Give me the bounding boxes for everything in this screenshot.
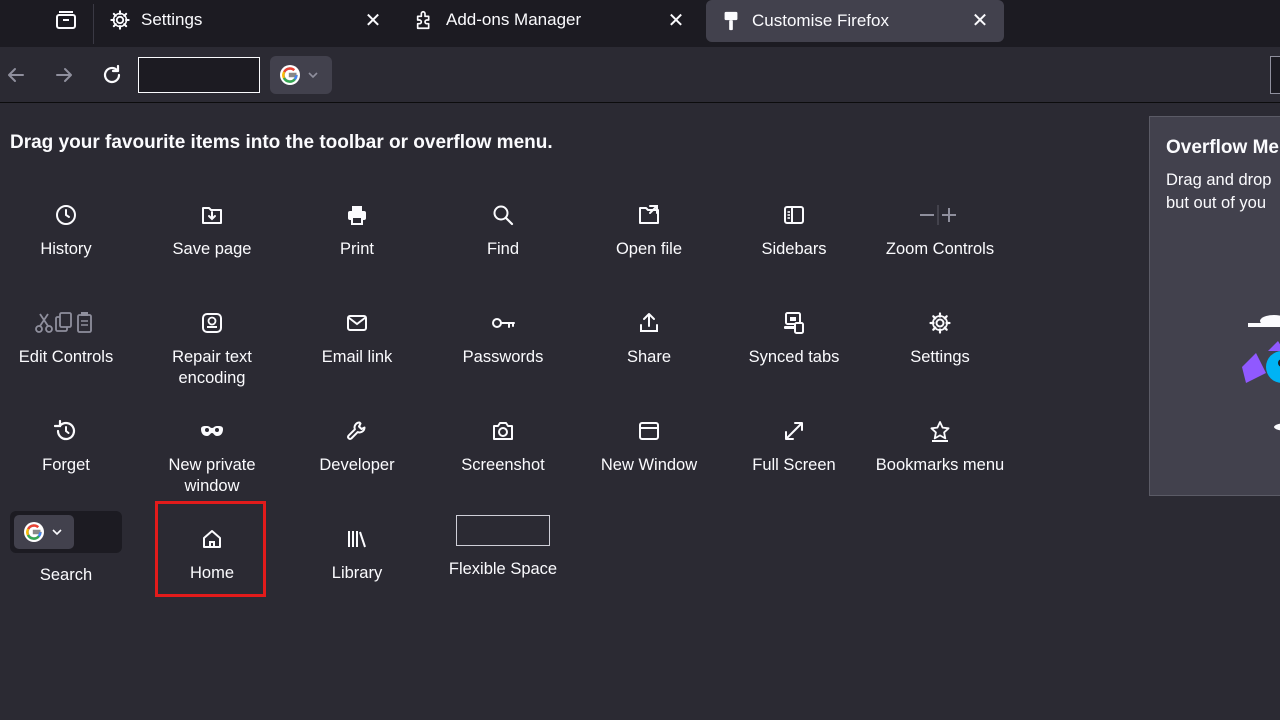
palette-item-share[interactable]: Share: [584, 303, 714, 368]
tab-strip: Settings ✕ Add-ons Manager ✕ Customise F…: [0, 0, 1280, 47]
palette-item-library[interactable]: Library: [292, 519, 422, 584]
share-icon: [640, 313, 658, 332]
palette-item-new-window[interactable]: New Window: [584, 411, 714, 476]
gear-icon: [929, 312, 951, 334]
reload-icon: [103, 64, 121, 84]
search-engine-button[interactable]: [270, 56, 332, 94]
palette-item-synced-tabs[interactable]: Synced tabs: [729, 303, 859, 368]
palette-item-sidebars[interactable]: Sidebars: [729, 195, 859, 260]
save-page-icon: [202, 207, 222, 224]
close-tab-icon[interactable]: ✕: [968, 8, 992, 32]
key-icon: [492, 318, 515, 328]
palette-item-history[interactable]: History: [1, 195, 131, 260]
toolbar-slot[interactable]: [1270, 56, 1280, 94]
palette-item-save-page[interactable]: Save page: [147, 195, 277, 260]
tab-label: Add-ons Manager: [446, 10, 582, 29]
close-tab-icon[interactable]: ✕: [664, 8, 688, 32]
palette-item-new-private-window[interactable]: New private window: [147, 411, 277, 497]
reload-button[interactable]: [96, 59, 128, 91]
palette-item-zoom-controls[interactable]: Zoom Controls: [875, 195, 1005, 260]
clock-icon: [56, 205, 76, 225]
search-widget: [10, 511, 122, 553]
google-icon: [280, 65, 300, 85]
forward-button[interactable]: [48, 59, 80, 91]
palette-item-print[interactable]: Print: [292, 195, 422, 260]
navigation-toolbar: [0, 47, 1280, 103]
puzzle-icon: [414, 9, 436, 31]
library-icon: [348, 531, 366, 548]
forget-icon: [54, 419, 76, 441]
palette-item-edit-controls[interactable]: Edit Controls: [1, 303, 131, 368]
paintbrush-icon: [720, 10, 742, 32]
search-icon: [493, 205, 514, 226]
gear-icon: [109, 9, 131, 31]
palette-heading: Drag your favourite items into the toolb…: [10, 132, 553, 153]
arrow-right-icon: [56, 68, 72, 82]
palette-item-repair-text-encoding[interactable]: Repair text encoding: [147, 303, 277, 389]
fullscreen-icon: [785, 422, 803, 440]
tab-label: Settings: [141, 10, 203, 29]
palette-item-flexible-space[interactable]: Flexible Space: [438, 515, 568, 580]
chevron-down-icon: [52, 529, 62, 536]
private-mask-icon: [201, 426, 223, 436]
edit-controls-icon: [35, 312, 92, 333]
palette-item-full-screen[interactable]: Full Screen: [729, 411, 859, 476]
tab-overview-button[interactable]: [38, 0, 94, 44]
zoom-controls-icon: [920, 205, 956, 225]
google-icon: [24, 522, 44, 542]
back-button[interactable]: [0, 59, 32, 91]
tab-customise-firefox[interactable]: Customise Firefox ✕: [706, 0, 1004, 42]
overflow-description: Drag and drop but out of you: [1166, 171, 1272, 212]
tab-addons-manager[interactable]: Add-ons Manager ✕: [400, 0, 700, 40]
highlight-box: [155, 501, 266, 597]
palette-item-email-link[interactable]: Email link: [292, 303, 422, 368]
sidebar-icon: [784, 206, 804, 224]
open-file-icon: [639, 205, 659, 224]
palette-item-open-file[interactable]: Open file: [584, 195, 714, 260]
flexible-space-box: [456, 515, 550, 546]
palette-item-screenshot[interactable]: Screenshot: [438, 411, 568, 476]
envelope-icon: [347, 315, 367, 331]
bookmark-star-icon: [930, 421, 950, 442]
palette-item-search[interactable]: Search: [1, 511, 131, 586]
arrow-left-icon: [8, 68, 24, 82]
tab-list-icon: [56, 11, 76, 29]
url-bar-placeholder[interactable]: [138, 57, 260, 93]
tab-settings[interactable]: Settings ✕: [95, 0, 397, 40]
palette-item-passwords[interactable]: Passwords: [438, 303, 568, 368]
palette-item-forget[interactable]: Forget: [1, 411, 131, 476]
printer-icon: [348, 206, 366, 225]
overflow-title: Overflow Me: [1166, 137, 1279, 158]
tab-label: Customise Firefox: [752, 11, 889, 30]
window-icon: [639, 422, 659, 440]
synced-tabs-icon: [784, 312, 804, 334]
palette-item-find[interactable]: Find: [438, 195, 568, 260]
camera-icon: [493, 422, 513, 440]
chevron-down-icon: [308, 72, 318, 79]
palette-item-settings[interactable]: Settings: [875, 303, 1005, 368]
close-tab-icon[interactable]: ✕: [361, 8, 385, 32]
text-encoding-icon: [202, 313, 222, 333]
palette-item-bookmarks-menu[interactable]: Bookmarks menu: [875, 411, 1005, 476]
palette-item-developer[interactable]: Developer: [292, 411, 422, 476]
wrench-icon: [347, 421, 366, 440]
overflow-illustration: [1238, 307, 1280, 442]
illustration-icon: [1242, 315, 1280, 431]
overflow-menu-panel: Overflow Me Drag and drop but out of you: [1149, 116, 1280, 496]
